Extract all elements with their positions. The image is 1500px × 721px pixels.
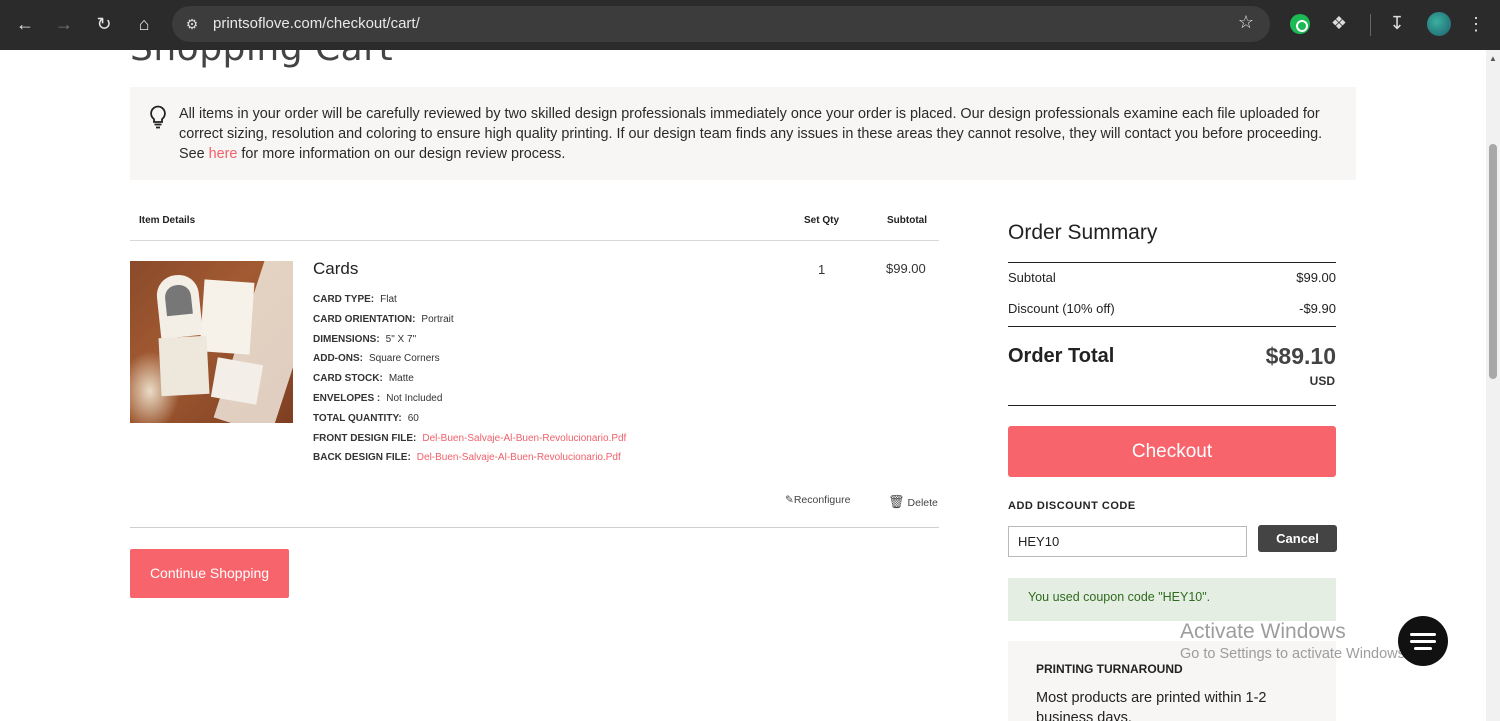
spec-dimensions: DIMENSIONS: 5" X 7": [313, 334, 417, 345]
summary-divider: [1008, 405, 1336, 406]
item-subtotal: $99.00: [886, 261, 926, 276]
trash-icon: 🗑: [888, 494, 905, 509]
summary-divider: [1008, 262, 1336, 263]
chat-button[interactable]: [1398, 616, 1448, 666]
design-review-notice: All items in your order will be carefull…: [130, 87, 1356, 180]
spec-add-ons: ADD-ONS: Square Corners: [313, 353, 440, 364]
activate-windows-watermark: Activate Windows Go to Settings to activ…: [1180, 620, 1409, 662]
summary-subtotal-label: Subtotal: [1008, 270, 1056, 285]
currency-label: USD: [1309, 374, 1335, 388]
more-menu-icon[interactable]: ⋮: [1466, 12, 1486, 36]
page-scrollbar[interactable]: ▲: [1486, 50, 1500, 721]
watermark-line2: Go to Settings to activate Windows.: [1180, 646, 1409, 662]
delete-label: Delete: [907, 497, 938, 509]
scrollbar-thumb[interactable]: [1489, 144, 1497, 379]
order-summary-title: Order Summary: [1008, 221, 1158, 244]
item-quantity: 1: [818, 262, 826, 277]
front-design-file-link[interactable]: Del-Buen-Salvaje-Al-Buen-Revolucionario.…: [422, 433, 626, 444]
cancel-discount-button[interactable]: Cancel: [1258, 525, 1337, 552]
delete-button[interactable]: 🗑 Delete: [888, 494, 938, 510]
reconfigure-label: Reconfigure: [793, 494, 851, 506]
checkout-button[interactable]: Checkout: [1008, 426, 1336, 477]
item-divider: [130, 527, 939, 528]
spec-envelopes: ENVELOPES : Not Included: [313, 393, 443, 404]
coupon-message-text: You used coupon code "HEY10".: [1028, 590, 1211, 604]
discount-code-input[interactable]: [1008, 526, 1247, 557]
address-bar[interactable]: ⚙ printsoflove.com/checkout/cart/ ☆: [172, 6, 1270, 42]
scroll-up-arrow-icon[interactable]: ▲: [1489, 54, 1497, 63]
site-info-icon[interactable]: ⚙: [182, 14, 202, 34]
continue-shopping-button[interactable]: Continue Shopping: [130, 549, 289, 598]
toolbar-divider: [1370, 14, 1371, 36]
back-arrow-icon[interactable]: ←: [11, 10, 39, 38]
pencil-icon: ✎: [785, 494, 794, 506]
reload-icon[interactable]: ↻: [90, 10, 118, 38]
item-details-header: Item Details: [139, 215, 196, 226]
discount-code-label: ADD DISCOUNT CODE: [1008, 500, 1136, 512]
summary-subtotal-value: $99.00: [1296, 270, 1336, 285]
lightbulb-icon: [150, 105, 166, 129]
summary-divider: [1008, 326, 1336, 327]
turnaround-body: Most products are printed within 1-2 bus…: [1036, 690, 1267, 721]
notice-text-part: for more information on our design revie…: [237, 146, 566, 162]
summary-discount-value: -$9.90: [1299, 301, 1336, 316]
notice-text: All items in your order will be carefull…: [179, 104, 1339, 164]
extensions-puzzle-icon[interactable]: ❖: [1328, 12, 1350, 34]
spec-card-type: CARD TYPE: Flat: [313, 294, 397, 305]
spec-back-design-file: BACK DESIGN FILE: Del-Buen-Salvaje-Al-Bue…: [313, 452, 621, 463]
back-design-file-link[interactable]: Del-Buen-Salvaje-Al-Buen-Revolucionario.…: [417, 452, 621, 463]
watermark-line1: Activate Windows: [1180, 620, 1346, 643]
summary-discount-label: Discount (10% off): [1008, 301, 1115, 316]
turnaround-heading: PRINTING TURNAROUND: [1036, 662, 1183, 676]
reconfigure-button[interactable]: ✎Reconfigure: [785, 494, 850, 506]
spec-card-orientation: CARD ORIENTATION: Portrait: [313, 314, 454, 325]
order-total-label: Order Total: [1008, 345, 1115, 367]
header-divider: [130, 240, 939, 241]
spec-card-stock: CARD STOCK: Matte: [313, 373, 414, 384]
coupon-success-message: You used coupon code "HEY10".: [1008, 578, 1336, 621]
subtotal-header: Subtotal: [887, 215, 927, 226]
profile-avatar[interactable]: [1427, 12, 1451, 36]
page-title: Shopping Cart: [130, 50, 393, 69]
design-review-link[interactable]: here: [209, 146, 238, 162]
forward-arrow-icon[interactable]: →: [50, 10, 78, 38]
product-name[interactable]: Cards: [313, 259, 358, 279]
spec-front-design-file: FRONT DESIGN FILE: Del-Buen-Salvaje-Al-Bu…: [313, 433, 627, 444]
bookmark-star-icon[interactable]: ☆: [1238, 12, 1254, 33]
spec-total-quantity: TOTAL QUANTITY: 60: [313, 413, 419, 424]
extension-icon[interactable]: [1290, 14, 1310, 34]
home-icon[interactable]: ⌂: [130, 10, 158, 38]
browser-toolbar: ← → ↻ ⌂ ⚙ printsoflove.com/checkout/cart…: [0, 0, 1500, 50]
url-text[interactable]: printsoflove.com/checkout/cart/: [213, 15, 420, 32]
download-icon[interactable]: ↧: [1386, 12, 1408, 34]
product-thumbnail[interactable]: [130, 261, 293, 423]
order-total-value: $89.10: [1265, 343, 1336, 369]
summary-discount-row: Discount (10% off) -$9.90: [1008, 301, 1336, 316]
set-qty-header: Set Qty: [804, 215, 840, 226]
summary-subtotal-row: Subtotal $99.00: [1008, 270, 1336, 285]
